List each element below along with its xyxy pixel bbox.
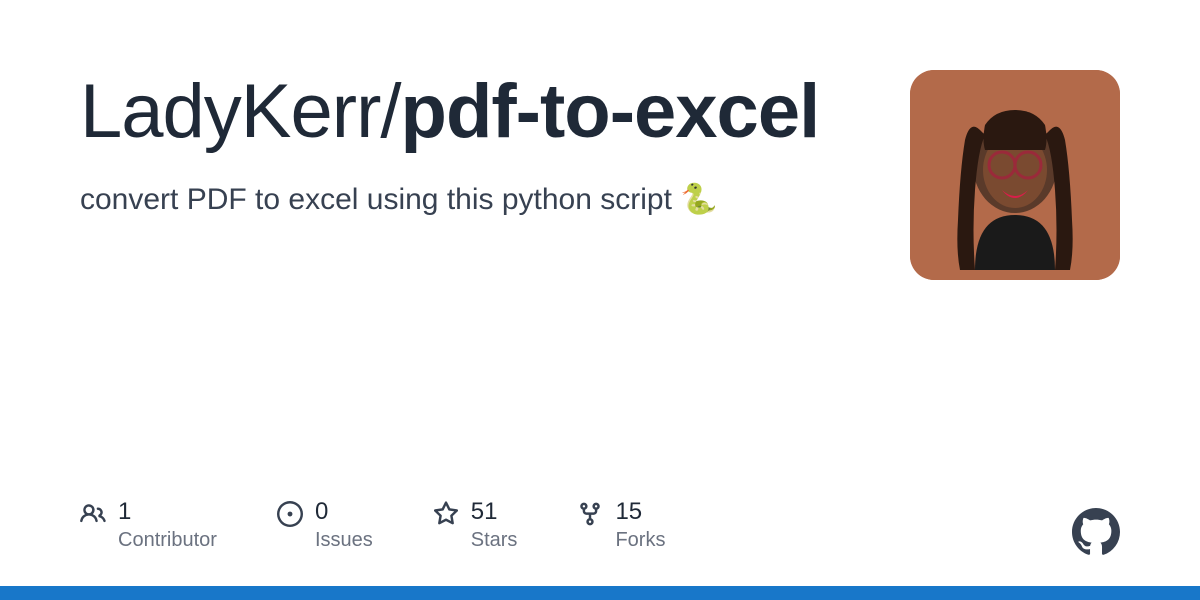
stat-text: 51 Stars (471, 499, 518, 552)
forks-label: Forks (615, 529, 665, 552)
repo-title: LadyKerr/pdf-to-excel (80, 70, 840, 154)
stat-text: 0 Issues (315, 499, 373, 552)
stat-text: 1 Contributor (118, 499, 217, 552)
repo-owner: LadyKerr (80, 69, 380, 154)
forks-value: 15 (615, 499, 665, 525)
avatar-image (910, 70, 1120, 280)
stat-contributors: 1 Contributor (80, 499, 217, 552)
accent-bar (0, 586, 1200, 600)
contributors-label: Contributor (118, 529, 217, 552)
repo-stats: 1 Contributor 0 Issues 51 Stars 15 Forks (80, 499, 665, 552)
github-logo-icon (1072, 508, 1120, 556)
repo-info: LadyKerr/pdf-to-excel convert PDF to exc… (80, 70, 840, 217)
contributors-value: 1 (118, 499, 217, 525)
issue-icon (277, 501, 303, 527)
issues-label: Issues (315, 529, 373, 552)
stat-issues: 0 Issues (277, 499, 373, 552)
issues-value: 0 (315, 499, 373, 525)
star-icon (433, 501, 459, 527)
stat-stars: 51 Stars (433, 499, 518, 552)
stat-text: 15 Forks (615, 499, 665, 552)
repo-name: pdf-to-excel (401, 69, 820, 154)
fork-icon (577, 501, 603, 527)
repo-separator: / (380, 69, 400, 154)
repo-description: convert PDF to excel using this python s… (80, 182, 840, 217)
repo-card: LadyKerr/pdf-to-excel convert PDF to exc… (0, 0, 1200, 280)
avatar (910, 70, 1120, 280)
stars-label: Stars (471, 529, 518, 552)
people-icon (80, 501, 106, 527)
stars-value: 51 (471, 499, 518, 525)
stat-forks: 15 Forks (577, 499, 665, 552)
